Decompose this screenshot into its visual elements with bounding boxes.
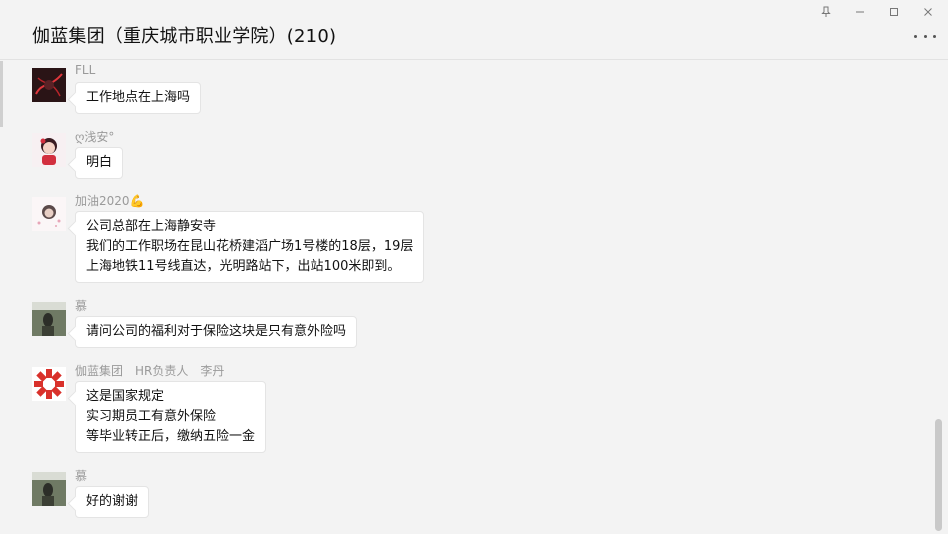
message-bubble[interactable]: 明白 [75, 147, 124, 179]
message-text: 好的谢谢 [86, 494, 139, 509]
cartoon-girl-avatar[interactable] [32, 133, 66, 167]
scroll-indicator [0, 61, 3, 127]
message-bubble[interactable]: 公司总部在上海静安寺 我们的工作职场在昆山花桥建滔广场1号楼的18层，19层 上… [75, 211, 425, 283]
message-bubble[interactable]: 好的谢谢 [75, 486, 150, 518]
message-text: 公司总部在上海静安寺 [86, 219, 217, 234]
more-dots-icon[interactable] [914, 26, 936, 46]
message-bubble[interactable]: 工作地点在上海吗 [75, 82, 202, 114]
message-text: 这是国家规定 [86, 389, 165, 404]
message-bubble[interactable]: 请问公司的福利对于保险这块是只有意外险吗 [75, 316, 358, 348]
close-icon[interactable] [916, 2, 940, 22]
girl-photo-avatar[interactable] [32, 197, 66, 231]
dark-photo-avatar[interactable] [32, 302, 66, 336]
pin-icon[interactable] [814, 2, 838, 22]
sender-name: FLL [75, 63, 96, 77]
message-text: 请问公司的福利对于保险这块是只有意外险吗 [86, 324, 347, 339]
chat-title: 伽蓝集团（重庆城市职业学院）(210) [32, 26, 337, 47]
minimize-icon[interactable] [848, 2, 872, 22]
sender-name: 伽蓝集团 HR负责人 李丹 [75, 364, 225, 378]
red-lights-avatar[interactable] [32, 68, 66, 102]
message-text: 等毕业转正后，缴纳五险一金 [86, 429, 256, 444]
message-bubble[interactable]: 这是国家规定 实习期员工有意外保险 等毕业转正后，缴纳五险一金 [75, 381, 267, 453]
message-list[interactable]: FLL 工作地点在上海吗 ღ浅安° 明白 加油2020💪 公司总部在上海静安寺 … [0, 61, 948, 534]
message-text: 明白 [86, 155, 113, 170]
sender-name: ღ浅安° [75, 130, 115, 144]
message-text: 工作地点在上海吗 [86, 90, 191, 105]
sender-name: 慕 [75, 299, 88, 313]
scrollbar-thumb[interactable] [935, 419, 942, 531]
dark-photo-avatar[interactable] [32, 472, 66, 506]
message-text: 实习期员工有意外保险 [86, 409, 217, 424]
sender-name: 慕 [75, 469, 88, 483]
message-text: 我们的工作职场在昆山花桥建滔广场1号楼的18层，19层 [86, 239, 414, 254]
message-text: 上海地铁11号线直达，光明路站下，出站100米即到。 [86, 259, 401, 274]
sender-name: 加油2020💪 [75, 194, 145, 208]
maximize-icon[interactable] [882, 2, 906, 22]
title-bar: 伽蓝集团（重庆城市职业学院）(210) [0, 0, 948, 60]
red-logo-avatar[interactable] [32, 367, 66, 401]
